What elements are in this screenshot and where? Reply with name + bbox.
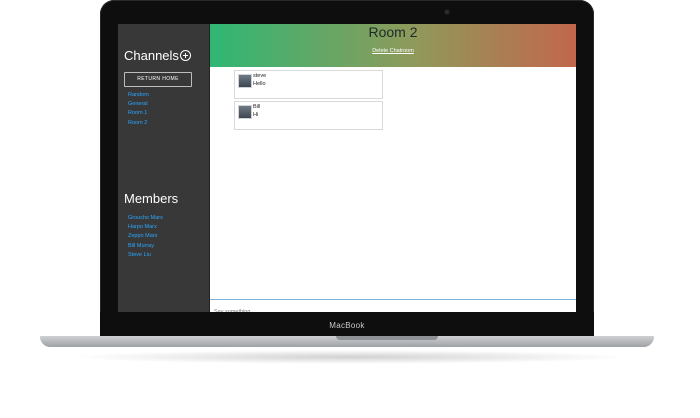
channel-list: Random General Room 1 Room 2 bbox=[128, 91, 149, 128]
laptop-base bbox=[40, 336, 654, 347]
bottom-bezel: MacBook bbox=[100, 312, 594, 338]
message-card: Bill Hi bbox=[234, 101, 383, 130]
member-item[interactable]: Steve Liu bbox=[128, 251, 163, 260]
channel-item[interactable]: Room 2 bbox=[128, 119, 149, 128]
message-text: Hi bbox=[253, 112, 259, 118]
channel-item[interactable]: Room 1 bbox=[128, 109, 149, 118]
delete-chatroom-link[interactable]: Delete Chatroom bbox=[210, 48, 576, 54]
channel-item[interactable]: Random bbox=[128, 91, 149, 100]
member-item[interactable]: Harpo Marx bbox=[128, 223, 163, 232]
sidebar: Channels RETURN HOME Random General Room… bbox=[118, 24, 210, 312]
member-item[interactable]: Bill Murray bbox=[128, 242, 163, 251]
chat-main: Room 2 Delete Chatroom steve Hello Bill … bbox=[210, 24, 576, 312]
add-channel-icon[interactable] bbox=[179, 50, 191, 61]
message-author: Bill bbox=[253, 104, 261, 110]
laptop-shadow bbox=[70, 350, 630, 364]
channels-heading-label: Channels bbox=[124, 48, 179, 63]
message-author: steve bbox=[253, 73, 267, 79]
laptop-mockup: Channels RETURN HOME Random General Room… bbox=[0, 0, 700, 418]
room-title: Room 2 bbox=[368, 24, 418, 40]
room-header: Room 2 Delete Chatroom bbox=[210, 24, 576, 67]
member-item[interactable]: Groucho Marx bbox=[128, 214, 163, 223]
members-heading: Members bbox=[124, 191, 179, 206]
message-card: steve Hello bbox=[234, 70, 383, 99]
camera-icon bbox=[445, 10, 449, 14]
laptop-notch bbox=[336, 336, 438, 340]
avatar bbox=[238, 74, 252, 88]
composer-bar bbox=[210, 299, 576, 312]
return-home-button[interactable]: RETURN HOME bbox=[124, 72, 192, 87]
message-text: Hello bbox=[253, 81, 266, 87]
member-list: Groucho Marx Harpo Marx Zeppo Marx Bill … bbox=[128, 214, 163, 260]
member-item[interactable]: Zeppo Marx bbox=[128, 232, 163, 241]
avatar bbox=[238, 105, 252, 119]
screen: Channels RETURN HOME Random General Room… bbox=[118, 24, 576, 312]
channel-item[interactable]: General bbox=[128, 100, 149, 109]
brand-label: MacBook bbox=[329, 321, 365, 330]
channels-heading: Channels bbox=[124, 48, 191, 63]
